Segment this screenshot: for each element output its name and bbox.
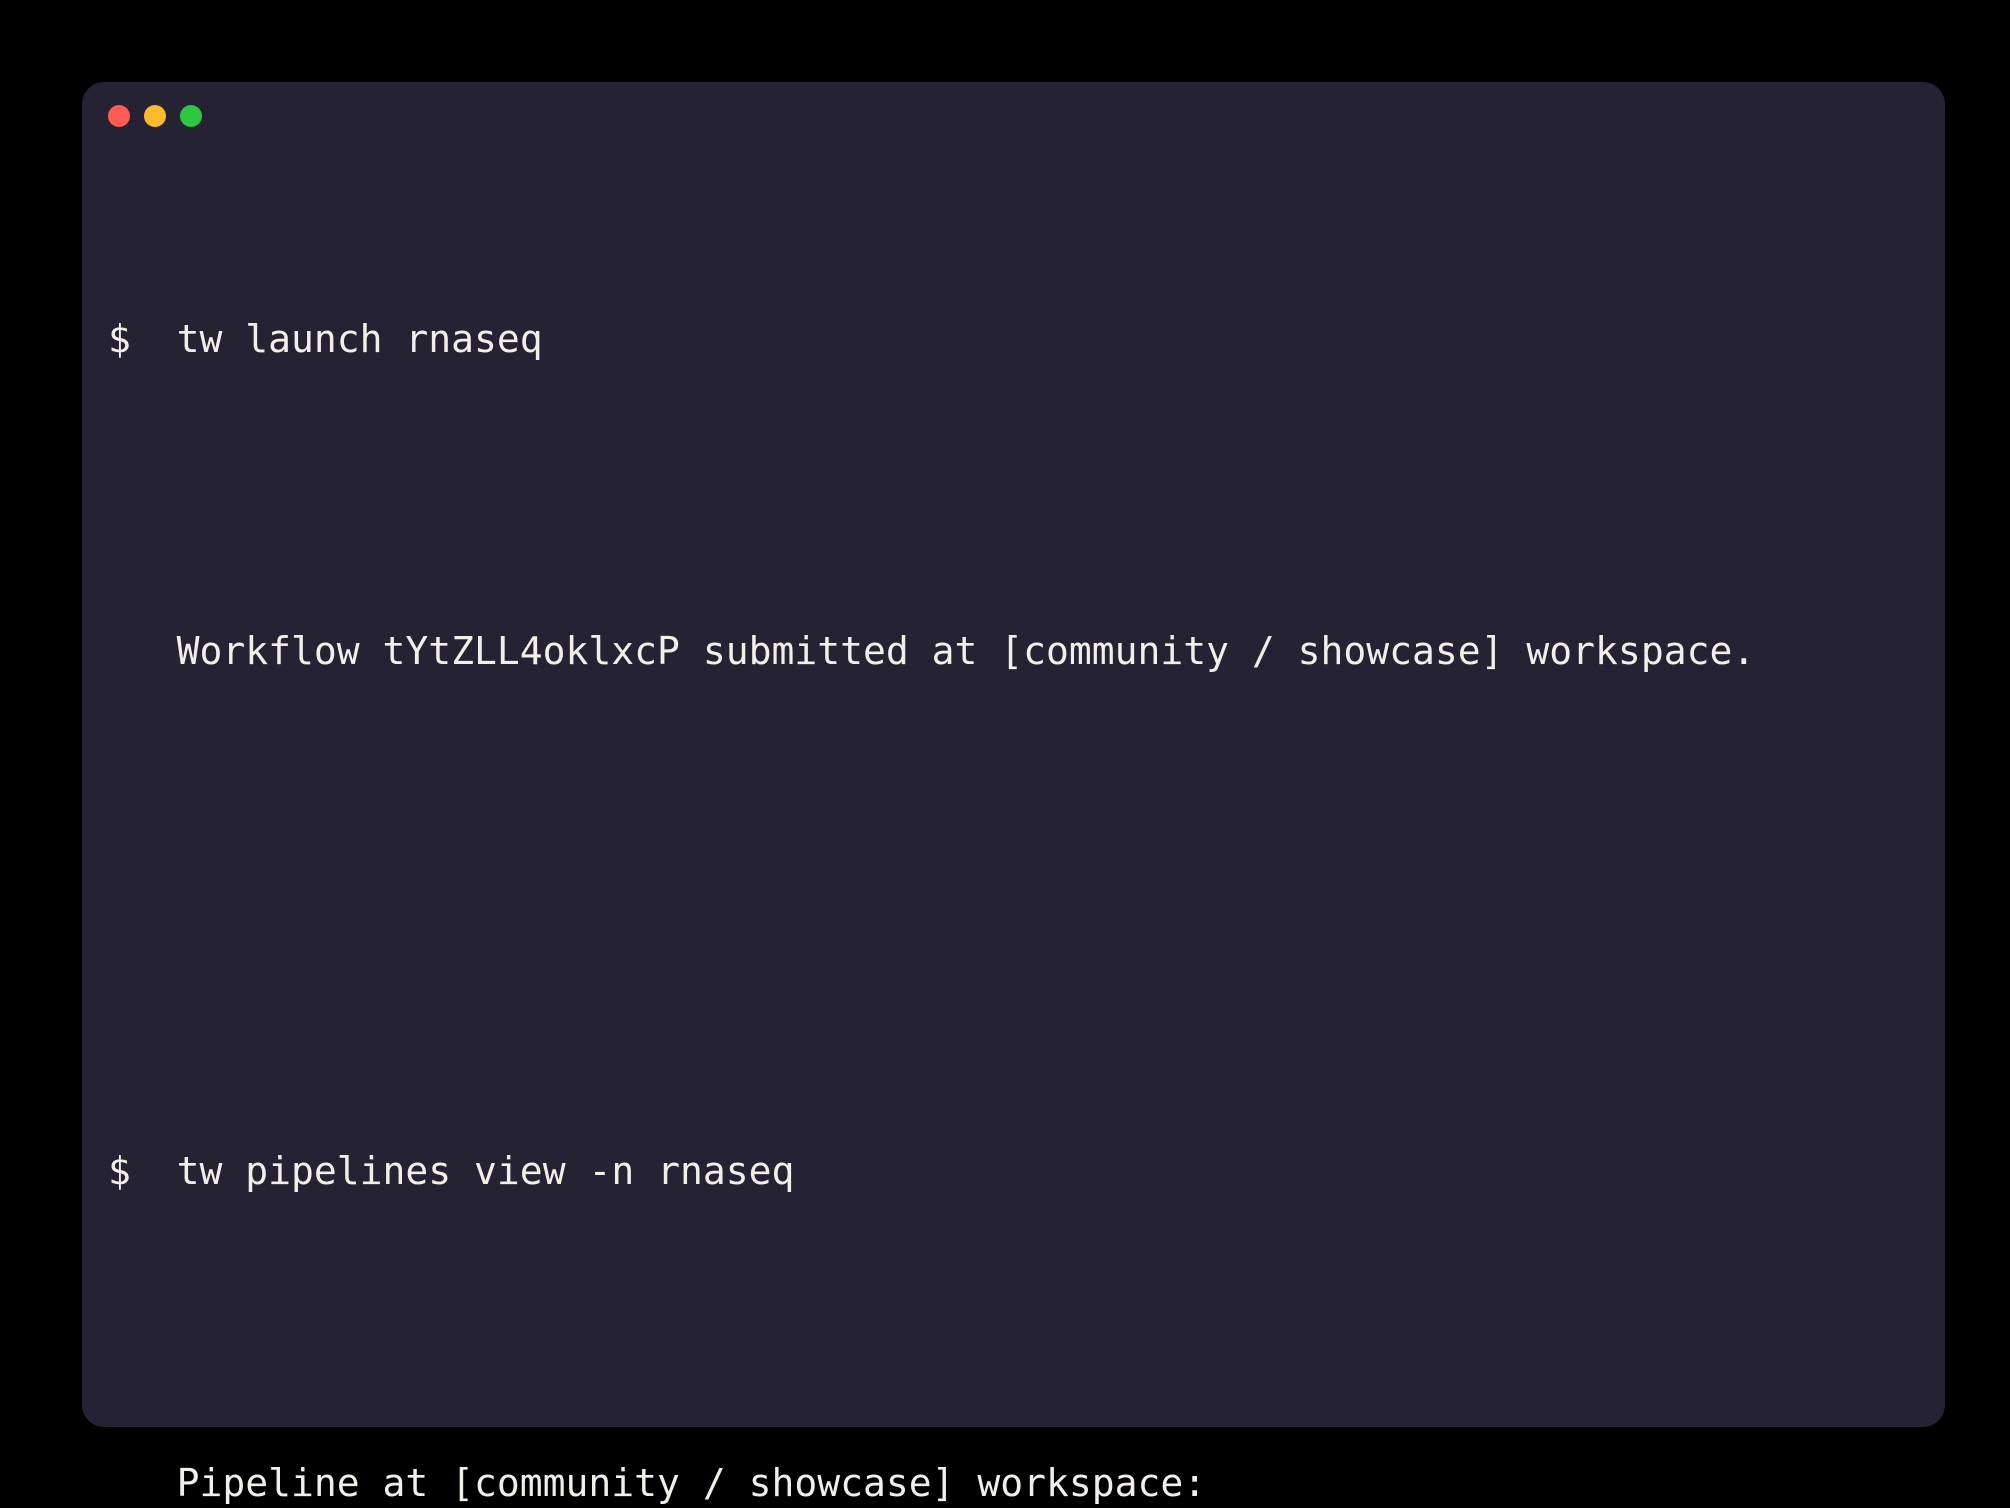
blank-line — [108, 937, 1919, 989]
minimize-button[interactable] — [144, 105, 166, 127]
terminal-window[interactable]: $ tw launch rnaseq Workflow tYtZLL4oklxcP… — [82, 82, 1945, 1427]
prompt-symbol: $ — [108, 317, 131, 361]
blank-line — [108, 469, 1919, 521]
close-button[interactable] — [108, 105, 130, 127]
command-text-launch: tw launch rnaseq — [177, 317, 543, 361]
command-line-launch: $ tw launch rnaseq — [108, 313, 1919, 365]
terminal-content: $ tw launch rnaseq Workflow tYtZLL4oklxcP… — [108, 157, 1919, 1508]
command-text-pipelines-view: tw pipelines view -n rnaseq — [177, 1149, 795, 1193]
command-line-pipelines-view: $ tw pipelines view -n rnaseq — [108, 1145, 1919, 1197]
output-workflow-submitted: Workflow tYtZLL4oklxcP submitted at [com… — [108, 625, 1919, 677]
blank-line — [108, 1301, 1919, 1353]
desktop-background: $ tw launch rnaseq Workflow tYtZLL4oklxcP… — [0, 0, 2010, 1508]
window-titlebar[interactable] — [108, 105, 1919, 127]
maximize-button[interactable] — [180, 105, 202, 127]
output-pipeline-workspace: Pipeline at [community / showcase] works… — [108, 1457, 1919, 1508]
blank-line — [108, 781, 1919, 833]
prompt-symbol: $ — [108, 1149, 131, 1193]
